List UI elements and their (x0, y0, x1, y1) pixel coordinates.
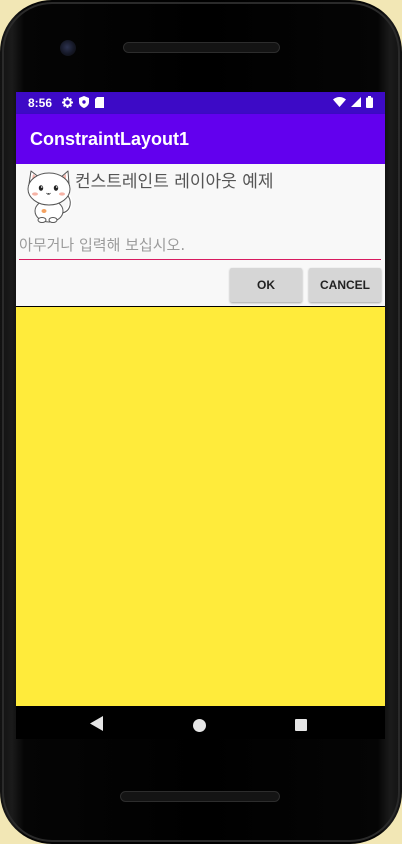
shield-icon (79, 96, 89, 108)
front-camera (60, 40, 76, 56)
page-heading: 컨스트레인트 레이아웃 예제 (75, 172, 274, 192)
sd-card-icon (95, 96, 104, 108)
cancel-button[interactable]: CANCEL (309, 268, 381, 302)
battery-icon (366, 96, 373, 108)
status-bar: 8:56 (16, 92, 385, 114)
yellow-area (16, 307, 385, 706)
navigation-bar (16, 706, 385, 739)
text-input[interactable] (19, 230, 381, 260)
cat-image (27, 170, 73, 223)
screen: 8:56 ConstraintLayout1 컨스트레인트 레이아웃 예제 아무… (16, 92, 385, 739)
status-icons-left (62, 96, 104, 108)
ok-button[interactable]: OK (230, 268, 302, 302)
bottom-speaker (120, 791, 280, 802)
top-speaker (123, 42, 280, 53)
content-area: 컨스트레인트 레이아웃 예제 OK CANCEL (16, 164, 385, 306)
app-title: ConstraintLayout1 (30, 129, 190, 149)
settings-icon (62, 96, 73, 108)
status-icons-right (333, 96, 373, 108)
wifi-icon (333, 97, 346, 107)
back-icon[interactable] (90, 716, 104, 731)
phone-frame: 8:56 ConstraintLayout1 컨스트레인트 레이아웃 예제 아무… (0, 0, 402, 844)
home-icon[interactable] (193, 719, 206, 732)
cell-signal-icon (351, 97, 361, 107)
status-time: 8:56 (28, 96, 53, 110)
recents-icon[interactable] (295, 719, 307, 731)
app-bar: ConstraintLayout1 (16, 114, 385, 164)
